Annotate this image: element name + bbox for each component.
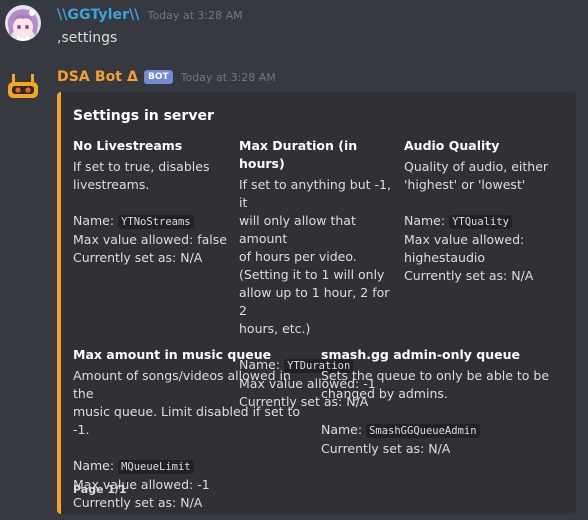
field-max-value: Max value allowed: highestaudio — [404, 232, 525, 265]
field-no-livestreams: No Livestreams If set to true, disables … — [73, 137, 233, 267]
field-max-value: Max value allowed: false — [73, 232, 227, 247]
field-key-line: Name: MQueueLimit — [73, 457, 313, 476]
field-name: smash.gg admin-only queue — [321, 347, 520, 362]
field-audio-quality: Audio Quality Quality of audio, either '… — [404, 137, 569, 285]
settings-embed: Settings in server No Livestreams If set… — [57, 92, 576, 514]
bot-badge: BOT — [144, 70, 173, 84]
bot-message-header: DSA Bot Δ BOT Today at 3:28 AM — [57, 66, 588, 88]
bot-timestamp: Today at 3:28 AM — [180, 70, 276, 84]
bot-message: DSA Bot Δ BOT Today at 3:28 AM — [0, 66, 588, 104]
field-key-code: MQueueLimit — [118, 460, 194, 474]
field-name: Audio Quality — [404, 138, 500, 153]
field-current-value: Currently set as: N/A — [404, 268, 534, 283]
field-name: No Livestreams — [73, 138, 183, 153]
user-message: \\GGTyler\\ Today at 3:28 AM ,settings — [0, 4, 588, 48]
field-current-value: Currently set as: N/A — [73, 250, 203, 265]
user-message-header: \\GGTyler\\ Today at 3:28 AM — [57, 4, 588, 26]
anime-avatar-icon — [5, 5, 41, 41]
user-avatar[interactable] — [5, 5, 41, 41]
field-description: Quality of audio, either 'highest' or 'l… — [404, 159, 549, 192]
field-key-line: Name: SmashGGQueueAdmin — [321, 421, 561, 440]
field-key-line: Name: YTQuality — [404, 212, 569, 231]
field-description: If set to true, disables livestreams. — [73, 159, 210, 192]
field-current-value: Currently set as: N/A — [73, 495, 203, 510]
field-key-line: Name: YTNoStreams — [73, 212, 233, 231]
bot-face-icon — [5, 68, 41, 104]
field-key-label: Name: — [321, 422, 363, 437]
field-smashgg-admin-queue: smash.gg admin-only queue Sets the queue… — [321, 346, 561, 458]
bot-username[interactable]: DSA Bot Δ — [57, 69, 138, 85]
user-message-content: ,settings — [57, 30, 118, 46]
field-key-code: YTQuality — [449, 215, 512, 229]
field-key-code: YTNoStreams — [118, 215, 194, 229]
field-key-code: SmashGGQueueAdmin — [366, 424, 480, 438]
field-description: If set to anything but -1, it will only … — [239, 177, 391, 336]
user-timestamp: Today at 3:28 AM — [147, 8, 243, 22]
field-description: Amount of songs/videos allowed in the mu… — [73, 368, 301, 437]
field-name: Max Duration (in hours) — [239, 138, 358, 171]
field-current-value: Currently set as: N/A — [321, 441, 451, 456]
field-key-label: Name: — [73, 213, 115, 228]
field-description: Sets the queue to only be able to be cha… — [321, 368, 550, 401]
embed-title: Settings in server — [73, 108, 214, 124]
user-username[interactable]: \\GGTyler\\ — [57, 7, 140, 23]
embed-footer: Page 1/1 — [73, 483, 127, 496]
field-name: Max amount in music queue — [73, 347, 272, 362]
field-key-label: Name: — [404, 213, 446, 228]
field-key-label: Name: — [73, 458, 115, 473]
bot-avatar[interactable] — [5, 68, 41, 104]
